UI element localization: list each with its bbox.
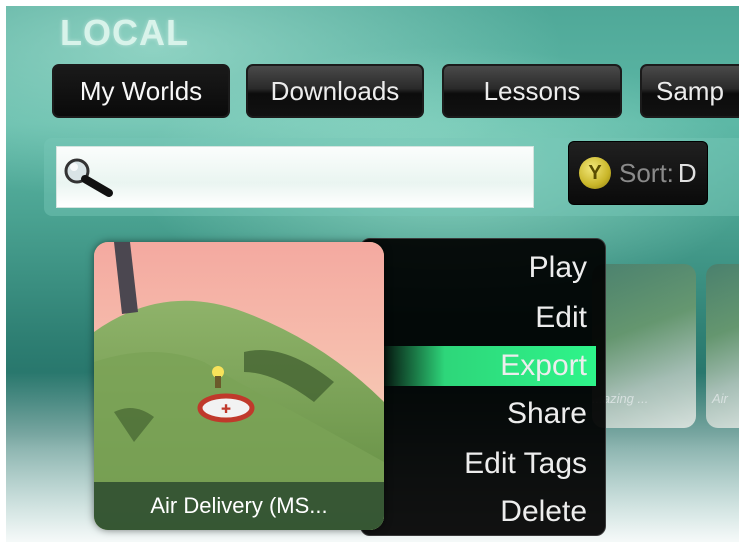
tab-lessons[interactable]: Lessons bbox=[442, 64, 622, 118]
menu-item-play[interactable]: Play bbox=[529, 246, 587, 290]
section-title: LOCAL bbox=[60, 12, 189, 53]
magnifier-icon bbox=[64, 158, 113, 197]
sort-value: D bbox=[677, 157, 697, 188]
world-thumbnail-background[interactable]: Air bbox=[706, 264, 739, 428]
sort-label: Sort: bbox=[619, 157, 674, 188]
search-input[interactable] bbox=[56, 146, 534, 208]
world-card-selected[interactable]: ✚ Air Delivery (MS... bbox=[94, 242, 384, 530]
y-button-icon: Y bbox=[579, 157, 611, 189]
tab-my-worlds[interactable]: My Worlds bbox=[52, 64, 230, 118]
menu-item-edit-tags[interactable]: Edit Tags bbox=[464, 442, 587, 486]
world-thumbnail-caption: Air bbox=[712, 391, 728, 406]
world-card-title: Air Delivery (MS... bbox=[94, 482, 384, 530]
menu-item-delete[interactable]: Delete bbox=[500, 490, 587, 534]
menu-item-export[interactable]: Export bbox=[500, 344, 587, 388]
svg-text:✚: ✚ bbox=[221, 402, 231, 416]
sort-button[interactable]: Y Sort: D bbox=[568, 141, 708, 205]
tab-samples[interactable]: Samp bbox=[640, 64, 739, 118]
menu-item-edit[interactable]: Edit bbox=[535, 296, 587, 340]
tab-downloads[interactable]: Downloads bbox=[246, 64, 424, 118]
world-thumbnail-background[interactable]: ...azing ... bbox=[592, 264, 696, 428]
menu-item-share[interactable]: Share bbox=[507, 392, 587, 436]
